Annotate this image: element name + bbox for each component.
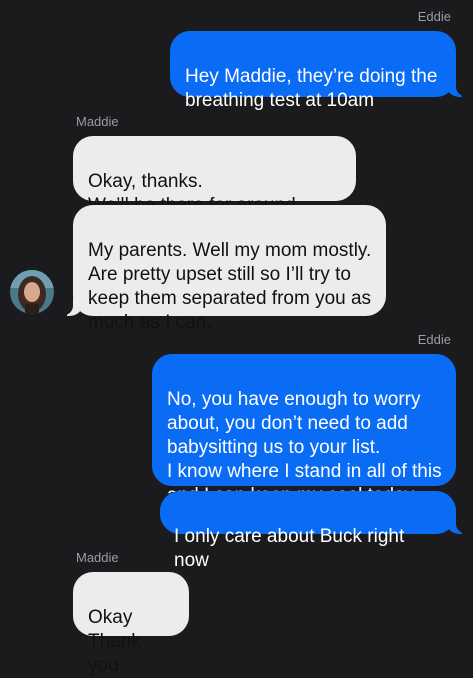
sender-label-maddie: Maddie (76, 550, 119, 565)
avatar-image (10, 270, 54, 314)
incoming-message-bubble[interactable]: Okay, thanks. We’ll be there for around … (73, 136, 356, 240)
message-text: My parents. Well my mom mostly. Are pret… (88, 240, 372, 333)
outgoing-message-bubble[interactable]: Hey Maddie, they’re doing the breathing … (170, 31, 473, 111)
message-text: I only care about Buck right now (174, 526, 405, 571)
outgoing-message-bubble[interactable]: I only care about Buck right now (160, 491, 473, 571)
incoming-message-bubble[interactable]: Okay Thank you (73, 572, 189, 676)
message-text: Okay Thank you (88, 607, 141, 676)
sender-label-eddie: Eddie (417, 332, 451, 347)
contact-avatar-icon[interactable] (10, 270, 54, 314)
message-thread[interactable]: Eddie Hey Maddie, they’re doing the brea… (0, 0, 473, 676)
message-text: No, you have enough to worry about, you … (167, 389, 442, 506)
sender-label-eddie: Eddie (417, 9, 451, 24)
message-text: Hey Maddie, they’re doing the breathing … (185, 66, 438, 111)
outgoing-message-bubble[interactable]: No, you have enough to worry about, you … (152, 354, 456, 506)
incoming-message-bubble[interactable]: My parents. Well my mom mostly. Are pret… (55, 205, 386, 333)
sender-label-maddie: Maddie (76, 114, 119, 129)
